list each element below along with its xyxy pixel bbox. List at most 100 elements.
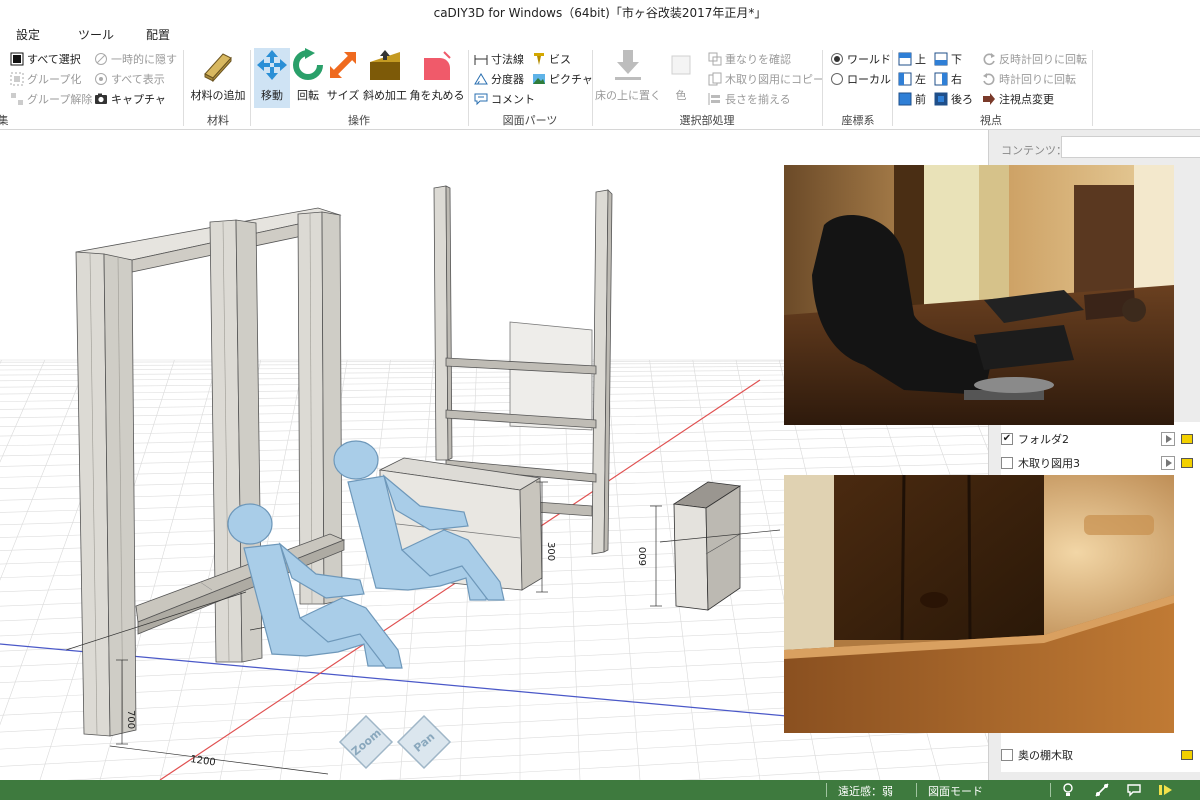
zoom-nav-control[interactable]: Zoom: [338, 714, 394, 770]
color-button[interactable]: 色: [664, 48, 698, 108]
wood-shelf-photo: [784, 475, 1174, 733]
comment-icon: [474, 93, 488, 106]
divider: [892, 50, 893, 126]
content-label: コンテンツ：: [1001, 144, 1067, 157]
mode-status[interactable]: 図面モード: [928, 783, 983, 799]
divider: [822, 50, 823, 126]
comment-button[interactable]: コメント: [474, 90, 535, 108]
move-button[interactable]: 移動: [254, 48, 290, 108]
gaze-change-button[interactable]: 注視点変更: [982, 90, 1054, 108]
small-cabinet[interactable]: [672, 481, 742, 611]
group-button[interactable]: グループ化: [10, 70, 81, 88]
place-on-floor-icon: [615, 50, 641, 80]
coordinate-label: 座標系: [841, 114, 875, 127]
menu-bar: 設定 ツール 配置: [0, 22, 1200, 44]
status-bar: 遠近感：弱 図面モード: [0, 780, 1200, 800]
checkbox[interactable]: [1001, 457, 1013, 469]
selection-processing-label: 選択部処理: [679, 114, 735, 127]
view-bottom-button[interactable]: 下: [934, 50, 962, 68]
speech-bubble-icon[interactable]: [1126, 782, 1142, 798]
tree-item-back-shelf[interactable]: 奥の棚木取: [1001, 744, 1200, 766]
menu-settings[interactable]: 設定: [16, 26, 40, 43]
select-group-label: 集: [0, 114, 9, 127]
protractor-button[interactable]: 分度器: [474, 70, 524, 88]
checkbox-checked[interactable]: ✔: [1001, 433, 1013, 445]
dimension-label: 300: [545, 542, 556, 561]
cube-left-icon: [898, 72, 912, 86]
divider: [1092, 50, 1093, 126]
viewpoint-label: 視点: [980, 114, 1002, 127]
temp-hide-button[interactable]: 一時的に隠す: [94, 50, 177, 68]
divider: [183, 50, 184, 126]
copy-icon: [708, 72, 722, 86]
add-material-button[interactable]: 材料の追加: [190, 48, 246, 108]
lumber-icon: [204, 53, 232, 82]
radio-selected-icon: [831, 53, 843, 65]
play-animation-icon[interactable]: [1158, 782, 1174, 798]
picture-button[interactable]: ピクチャ: [532, 70, 593, 88]
camera-icon: [95, 93, 107, 104]
menu-layout[interactable]: 配置: [146, 26, 170, 43]
rotate-button[interactable]: 回転: [292, 48, 324, 108]
place-on-floor-button[interactable]: 床の上に置く: [595, 48, 661, 108]
gaze-icon: [983, 93, 995, 105]
divider: [826, 783, 827, 797]
play-icon[interactable]: [1161, 456, 1175, 470]
view-left-button[interactable]: 左: [898, 70, 926, 88]
tree-item-folder2[interactable]: ✔ フォルダ2: [1001, 428, 1200, 450]
divider: [250, 50, 251, 126]
play-icon[interactable]: [1161, 432, 1175, 446]
cube-bottom-icon: [934, 52, 948, 66]
dimension-label: 1200: [190, 754, 217, 768]
folder-icon: [1181, 750, 1193, 760]
capture-button[interactable]: キャプチャ: [94, 90, 166, 108]
snap-icon[interactable]: [1094, 782, 1110, 798]
cube-top-icon: [898, 52, 912, 66]
size-button[interactable]: サイズ: [326, 48, 360, 108]
align-length-button[interactable]: 長さを揃える: [708, 90, 791, 108]
drawing-parts-label: 図面パーツ: [502, 114, 558, 127]
dimension-line-button[interactable]: 寸法線: [474, 50, 524, 68]
round-corner-button[interactable]: 角を丸める: [410, 48, 465, 108]
rotate-ccw-button[interactable]: 反時計回りに回転: [982, 50, 1087, 68]
window-title: caDIY3D for Windows（64bit)「市ヶ谷改装2017年正月*…: [433, 6, 767, 20]
show-all-button[interactable]: すべて表示: [94, 70, 165, 88]
checkbox[interactable]: [1001, 749, 1013, 761]
rotate-cw-button[interactable]: 時計回りに回転: [982, 70, 1076, 88]
local-radio[interactable]: ローカル: [830, 70, 891, 88]
picture-icon: [533, 74, 545, 84]
tree-item-cutting3[interactable]: 木取り図用3: [1001, 452, 1200, 474]
screw-button[interactable]: ビス: [532, 50, 571, 68]
view-top-button[interactable]: 上: [898, 50, 926, 68]
folder-icon: [1181, 434, 1193, 444]
bevel-button[interactable]: 斜め加工: [362, 48, 408, 108]
color-swatch-icon: [671, 55, 691, 75]
shelf-unit[interactable]: [378, 185, 613, 591]
lightbulb-icon[interactable]: [1060, 782, 1076, 798]
menu-tools[interactable]: ツール: [78, 26, 114, 43]
rotate-icon: [293, 48, 323, 80]
view-front-button[interactable]: 前: [898, 90, 926, 108]
group-icon: [10, 72, 24, 86]
screw-icon: [534, 53, 544, 65]
view-right-button[interactable]: 右: [934, 70, 962, 88]
copy-for-cutting-button[interactable]: 木取り図用にコピー: [708, 70, 824, 88]
bevel-icon: [370, 50, 400, 80]
cube-front-icon: [898, 92, 912, 106]
view-back-button[interactable]: 後ろ: [934, 90, 973, 108]
ungroup-button[interactable]: グループ解除: [10, 90, 92, 108]
select-all-button[interactable]: すべて選択: [10, 50, 81, 68]
hide-icon: [95, 53, 107, 65]
operation-group-label: 操作: [348, 114, 370, 127]
world-radio[interactable]: ワールド: [830, 50, 891, 68]
overlap-icon: [708, 52, 722, 66]
ungroup-icon: [11, 93, 23, 105]
resize-icon: [330, 52, 356, 78]
bench-frame[interactable]: [75, 207, 346, 737]
check-overlap-button[interactable]: 重なりを確認: [708, 50, 791, 68]
content-dropdown[interactable]: [1061, 136, 1200, 158]
perspective-status[interactable]: 遠近感：弱: [838, 783, 893, 799]
ribbon: すべて選択 グループ化 グループ解除 一時的に隠す すべて表示 キャプチャ 集 …: [0, 44, 1200, 130]
pan-nav-control[interactable]: Pan: [396, 714, 452, 770]
divider: [1050, 783, 1051, 797]
